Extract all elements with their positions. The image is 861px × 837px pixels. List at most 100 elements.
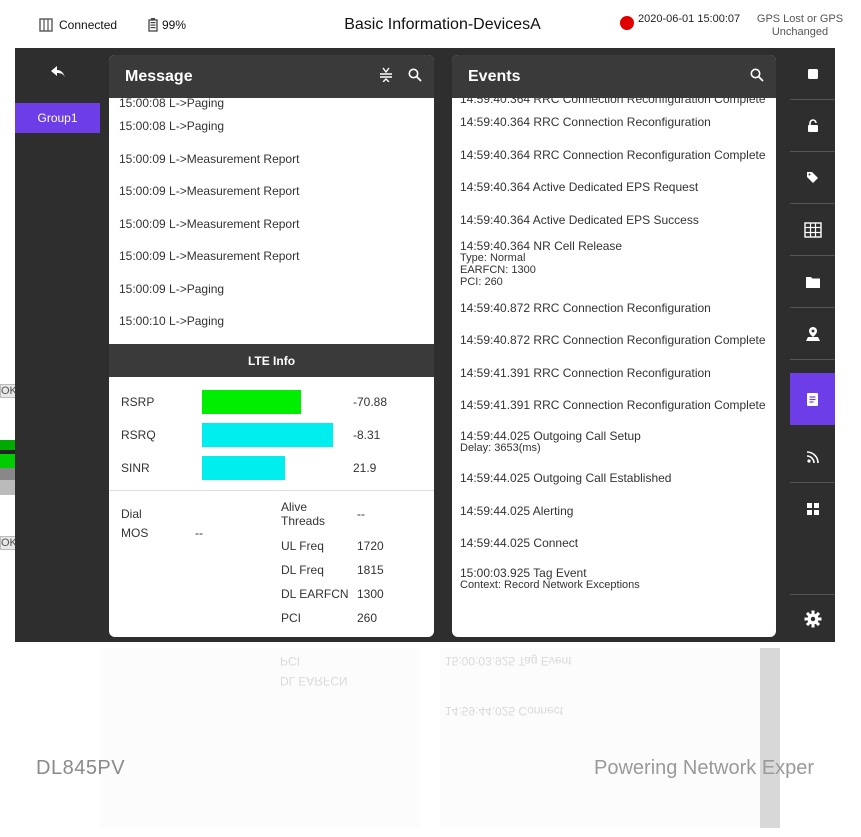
search-icon[interactable] — [750, 67, 764, 87]
metric-bar — [202, 390, 301, 414]
list-item[interactable]: 14:59:41.391 RRC Connection Reconfigurat… — [452, 389, 776, 422]
folder-icon — [805, 276, 820, 288]
message-title: Message — [125, 67, 193, 85]
list-item[interactable]: 15:00:09 L->Measurement Report — [109, 143, 434, 176]
folder-button[interactable] — [790, 256, 835, 308]
tagline-label: Powering Network Exper — [594, 757, 815, 779]
battery-status: 99% — [148, 18, 186, 32]
list-item[interactable]: 14:59:41.391 RRC Connection Reconfigurat… — [452, 357, 776, 390]
status-bar: Connected 99% Basic Information-DevicesA… — [15, 0, 843, 48]
gps-status: GPS Lost or GPS Unchanged — [750, 13, 850, 39]
list-item[interactable]: 15:00:08 L->Paging — [109, 98, 434, 110]
event-text: 15:00:03.925 Tag Event — [460, 565, 587, 580]
message-header: Message — [109, 55, 434, 98]
ul-freq-value: 1720 — [357, 539, 384, 553]
alive-label-1: Alive — [281, 500, 308, 514]
list-item[interactable]: 14:59:40.364 RRC Connection Reconfigurat… — [452, 106, 776, 139]
gps-status-line1: GPS Lost or GPS — [756, 13, 844, 25]
events-panel: Events 14:59:40.364 RRC Connection Recon… — [452, 55, 776, 637]
tag-button[interactable] — [790, 152, 835, 204]
stop-icon — [807, 68, 818, 79]
datetime-label: 2020-06-01 15:00:07 — [638, 13, 741, 25]
list-item[interactable]: 15:00:09 L->Measurement Report — [109, 240, 434, 273]
list-item[interactable]: 15:00:08 L->Paging — [109, 110, 434, 143]
settings-button[interactable] — [790, 594, 835, 642]
metric-rsrq: RSRQ -8.31 — [109, 423, 434, 447]
list-item[interactable]: 14:59:44.025 Outgoing Call Setup Delay: … — [452, 422, 776, 462]
metric-bar — [202, 456, 285, 480]
reflection-event-2: 14:59:44.025 Connect — [445, 704, 564, 718]
lte-info-header: LTE Info — [109, 344, 434, 377]
lte-details: Dial MOS -- Alive Threads -- UL Freq 172… — [109, 491, 434, 637]
metric-value: -70.88 — [353, 395, 388, 409]
rss-button[interactable] — [790, 431, 835, 483]
map-pin-button[interactable] — [790, 308, 835, 360]
event-detail: Type: Normal — [460, 251, 526, 264]
unlock-button[interactable] — [790, 100, 835, 152]
screen-reflection: PCI DL EARFCN 15:00:03.925 Tag Event 14:… — [100, 648, 780, 828]
list-item[interactable]: 15:00:09 L->Measurement Report — [109, 175, 434, 208]
ul-freq-label: UL Freq — [281, 539, 324, 553]
alive-value: -- — [357, 507, 365, 521]
mos-label: MOS — [121, 526, 149, 540]
event-text: 14:59:44.025 Outgoing Call Setup — [460, 428, 641, 443]
document-button[interactable] — [790, 373, 835, 425]
list-item[interactable]: 15:00:10 L->Paging — [109, 305, 434, 338]
battery-icon — [148, 18, 158, 32]
unlock-icon — [807, 118, 818, 132]
group-item[interactable]: Group1 — [15, 103, 100, 133]
list-item[interactable]: 15:00:09 L->Measurement Report — [109, 208, 434, 241]
dl-freq-value: 1815 — [357, 563, 384, 577]
list-item[interactable]: 14:59:44.025 Connect — [452, 527, 776, 560]
rss-icon — [806, 450, 819, 463]
document-icon — [807, 392, 818, 406]
grid-button[interactable] — [790, 483, 835, 535]
events-header: Events — [452, 55, 776, 98]
right-nav — [790, 48, 835, 642]
page-title: Basic Information-DevicesA — [344, 16, 541, 33]
model-label: DL845PV — [36, 757, 126, 779]
list-item[interactable]: 14:59:44.025 Alerting — [452, 494, 776, 527]
record-indicator-icon — [620, 16, 634, 30]
dl-earfcn-label: DL EARFCN — [281, 587, 349, 601]
map-pin-icon — [805, 326, 820, 341]
event-text: 14:59:40.364 NR Cell Release — [460, 238, 623, 253]
pci-value: 260 — [357, 611, 378, 625]
connection-label: Connected — [59, 18, 118, 32]
table-button[interactable] — [790, 204, 835, 256]
stop-button[interactable] — [790, 48, 835, 100]
list-item[interactable]: 15:00:09 L->Paging — [109, 273, 434, 306]
dl-freq-label: DL Freq — [281, 563, 324, 577]
reflection-earfcn: DL EARFCN — [280, 674, 348, 688]
events-title: Events — [468, 67, 521, 85]
event-detail: EARFCN: 1300 — [460, 263, 536, 276]
tag-icon — [807, 172, 818, 183]
search-icon[interactable] — [408, 67, 422, 87]
list-item[interactable]: 15:00:03.925 Tag Event Context: Record N… — [452, 560, 776, 598]
message-list[interactable]: 15:00:08 L->Paging 15:00:08 L->Paging 15… — [109, 98, 434, 344]
filter-divide-icon[interactable] — [378, 66, 394, 87]
list-item[interactable]: 14:59:40.872 RRC Connection Reconfigurat… — [452, 291, 776, 324]
left-nav: Group1 — [15, 48, 100, 642]
list-item[interactable]: 14:59:40.364 Active Dedicated EPS Succes… — [452, 204, 776, 237]
reflection-pci: PCI — [280, 654, 301, 668]
metric-bar — [202, 423, 333, 447]
metric-label: RSRQ — [121, 428, 156, 442]
list-item[interactable]: 14:59:40.364 RRC Connection Reconfigurat… — [452, 98, 776, 106]
table-icon — [803, 221, 822, 238]
list-item[interactable]: 14:59:40.364 NR Cell Release Type: Norma… — [452, 236, 776, 291]
event-detail: Delay: 3653(ms) — [460, 441, 541, 454]
edge-bars — [0, 440, 15, 495]
gps-status-line2: Unchanged — [771, 26, 829, 38]
list-item[interactable]: 14:59:44.025 Outgoing Call Established — [452, 462, 776, 495]
back-button[interactable] — [15, 48, 100, 96]
metric-label: SINR — [121, 461, 150, 475]
mos-value: -- — [195, 526, 203, 540]
list-item[interactable]: 14:59:40.364 Active Dedicated EPS Reques… — [452, 171, 776, 204]
event-detail: Context: Record Network Exceptions — [460, 578, 640, 591]
list-item[interactable]: 14:59:40.364 RRC Connection Reconfigurat… — [452, 139, 776, 172]
lte-metrics: RSRP -70.88 RSRQ -8.31 SINR 21.9 — [109, 377, 434, 491]
connection-status: Connected — [39, 18, 117, 32]
events-list[interactable]: 14:59:40.364 RRC Connection Reconfigurat… — [452, 98, 776, 637]
list-item[interactable]: 14:59:40.872 RRC Connection Reconfigurat… — [452, 324, 776, 357]
